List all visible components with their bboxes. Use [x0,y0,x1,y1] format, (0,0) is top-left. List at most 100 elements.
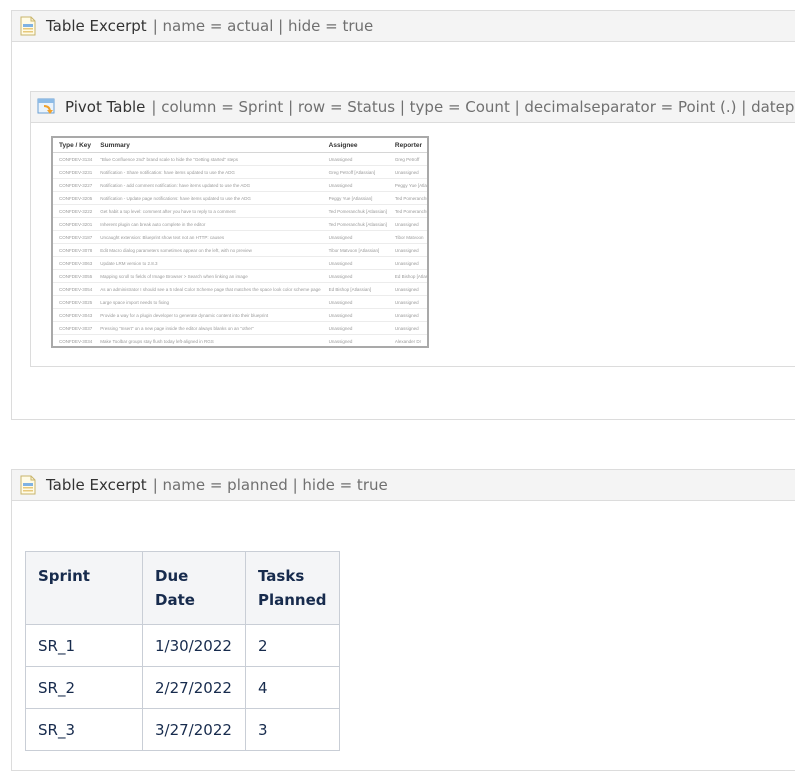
thumb-row: CONFDEV-3055 Mapping scroll to fields of … [53,269,427,283]
thumb-cell-assignee: Unassigned [322,230,389,244]
thumb-cell-reporter: Unassigned [388,165,427,179]
pivot-macro-header: Pivot Table | column = Sprint | row = St… [31,92,795,123]
thumb-cell-key: CONFDEV-3031 [53,348,94,349]
thumbnail-table: Type / Key Summary Assignee Reporter CON… [53,138,429,349]
thumb-cell-assignee: Unassigned [322,152,389,166]
thumb-cell-summary: Mapping scroll to fields of Image Browse… [94,269,323,283]
thumb-cell-reporter: Unassigned [388,243,427,257]
thumb-cell-reporter: Unassigned [388,308,427,322]
planned-table: Sprint Due Date Tasks Planned SR_1 1/30/… [25,551,340,751]
thumb-cell-summary: Get habit a top level: comment after you… [94,204,323,218]
thumb-row: CONFDEV-3201 Inherent plugin can break au… [53,217,427,231]
thumb-cell-reporter: Tibor Matvoon [388,230,427,244]
thumb-cell-summary: Update LRM version to 2.8.3 [94,256,323,270]
thumb-cell-reporter: Unassigned [388,217,427,231]
pivot-table-macro[interactable]: Pivot Table | column = Sprint | row = St… [30,91,795,367]
thumb-cell-key: CONFDEV-3231 [53,165,95,179]
thumb-row: CONFDEV-3227 Notification - add comment n… [53,178,427,192]
macro-params: | name = actual | hide = true [152,17,374,35]
thumb-cell-assignee: Greg Petroff [Atlassian] [322,165,389,179]
thumb-cell-summary: Notification - Share notification: have … [94,165,323,179]
thumb-cell-reporter: Ted Pomeranchuk [388,204,427,218]
thumb-cell-key: CONFDEV-3222 [53,204,95,218]
thumb-cell-key: CONFDEV-3055 [53,269,95,283]
thumb-cell-reporter: Unassigned [388,295,427,309]
table-row: SR_1 1/30/2022 2 [25,624,340,667]
thumb-cell-key: CONFDEV-3187 [53,230,95,244]
thumb-cell-reporter: Unassigned [389,348,429,349]
thumb-row: CONFDEV-3037 Pressing "Insert" on a new p… [53,321,427,335]
thumb-cell-reporter: Ed Bishop [Atlassian] [388,269,427,283]
cell-tasks-planned: 3 [245,708,340,751]
macro-title: Table Excerpt [46,17,147,35]
thumb-cell-reporter: Unassigned [388,282,427,296]
thumb-cell-reporter: Ted Pomeranchuk [388,191,427,205]
thumb-cell-assignee: Ted Pomeranchuk [Atlassian] [322,204,389,218]
thumb-cell-assignee: Unassigned [322,295,389,309]
thumb-cell-summary: Notification - add comment notification:… [94,178,323,192]
thumb-cell-assignee: Unassigned [322,308,389,322]
thumb-cell-assignee: Unassigned [322,321,389,335]
thumb-cell-assignee: Unassigned [322,269,389,283]
thumb-cell-key: CONFDEV-3043 [53,308,95,322]
cell-due-date: 1/30/2022 [142,624,246,667]
thumb-cell-key: CONFDEV-3034 [53,334,95,346]
thumb-cell-key: CONFDEV-3201 [53,217,95,231]
thumb-cell-summary: Make Toolbar groups stay flush today lef… [94,334,323,346]
thumb-cell-key: CONFDEV-3227 [53,178,95,192]
thumb-cell-key: CONFDEV-3054 [53,282,95,296]
thumb-header-type-key: Type / Key [53,138,95,153]
table-excerpt-macro-actual[interactable]: Table Excerpt | name = actual | hide = t… [11,10,795,420]
thumb-cell-summary: Pressing "Insert" on a new page inside t… [94,321,323,335]
thumb-cell-reporter: Peggy Yue [Atlassian] [388,178,427,192]
thumb-cell-summary: Large space import needs to fixing [94,295,323,309]
thumb-row: CONFDEV-3222 Get habit a top level: comme… [53,204,427,218]
thumb-row: CONFDEV-3187 Uncaught extension: Blueprin… [53,230,427,244]
thumb-cell-summary: Inherent plugin can break auto complete … [94,217,323,231]
thumb-cell-reporter: Greg Petroff [388,152,427,166]
thumb-row: CONFDEV-3043 Provide a way for a plugin d… [53,308,427,322]
thumb-cell-key: CONFDEV-3063 [53,256,95,270]
thumb-cell-assignee: Unassigned [322,334,389,346]
table-row: SR_2 2/27/2022 4 [25,666,340,709]
thumb-row: CONFDEV-3063 Update LRM version to 2.8.3 U… [53,256,427,270]
thumb-row: CONFDEV-3231 Notification - Share notific… [53,165,427,179]
thumb-header-assignee: Assignee [322,138,389,153]
thumb-header-summary: Summary [94,138,323,153]
thumb-cell-key: CONFDEV-3025 [53,295,95,309]
thumb-cell-assignee: Unassigned [322,256,389,270]
cell-due-date: 2/27/2022 [142,666,246,709]
macro-header: Table Excerpt | name = actual | hide = t… [12,11,795,42]
thumb-row: CONFDEV-3205 Notification - Update page n… [53,191,427,205]
thumb-cell-reporter: Alexander Dr [388,334,427,346]
thumb-row: CONFDEV-3134 "Blue Confluence 2nd" brand … [53,152,427,166]
thumb-cell-summary: Space directory does not load more items… [94,348,322,349]
pivot-macro-title: Pivot Table [65,98,146,116]
macro-header: Table Excerpt | name = planned | hide = … [12,470,795,501]
thumb-cell-key: CONFDEV-3078 [53,243,95,257]
thumb-cell-assignee: Peggy Yue [Atlassian] [322,191,389,205]
thumb-row: CONFDEV-3034 Make Toolbar groups stay flu… [53,334,427,346]
thumb-cell-key: CONFDEV-3037 [53,321,95,335]
thumb-cell-summary: As an administrator I should see a 5 Ide… [94,282,323,296]
thumb-cell-reporter: Unassigned [388,321,427,335]
table-row: SR_3 3/27/2022 3 [25,708,340,751]
table-excerpt-icon [18,475,38,495]
thumb-cell-assignee: Tibor Matvoon [Atlassian] [322,243,389,257]
thumb-cell-reporter: Unassigned [388,256,427,270]
thumb-cell-assignee: Unassigned [323,348,389,349]
pivot-table-icon [37,97,57,117]
thumb-cell-summary: Edit Macro dialog parameters sometimes a… [94,243,323,257]
thumb-row: CONFDEV-3078 Edit Macro dialog parameters… [53,243,427,257]
pivot-macro-params: | column = Sprint | row = Status | type … [151,98,795,116]
header-tasks-planned: Tasks Planned [245,551,340,625]
pivot-thumbnail: Type / Key Summary Assignee Reporter CON… [51,136,429,348]
thumb-row: CONFDEV-3031Space directory does not loa… [53,348,429,349]
thumb-cell-key: CONFDEV-3134 [53,152,95,166]
cell-sprint: SR_2 [25,666,143,709]
table-excerpt-macro-planned[interactable]: Table Excerpt | name = planned | hide = … [11,469,795,771]
cell-sprint: SR_3 [25,708,143,751]
thumb-cell-assignee: Ed Bishop [Atlassian] [322,282,389,296]
header-due-date: Due Date [142,551,246,625]
macro-title: Table Excerpt [46,476,147,494]
